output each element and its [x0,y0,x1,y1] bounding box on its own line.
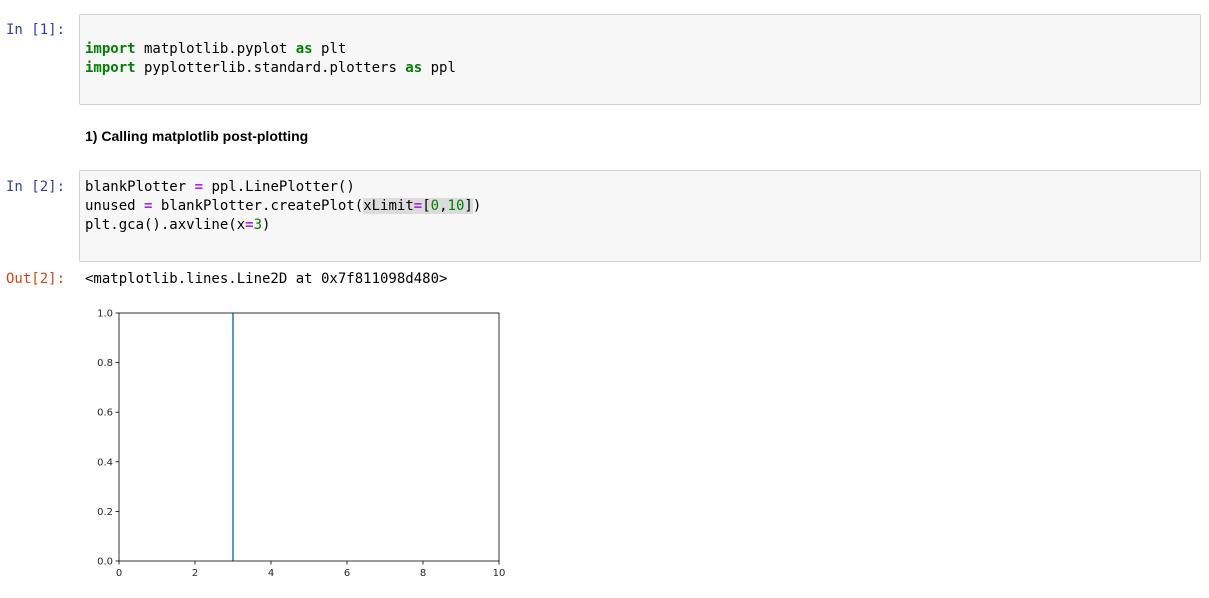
operator: = [194,179,204,195]
y-tick-label: 0.8 [97,358,113,369]
markdown-heading: 1) Calling matplotlib post-plotting [85,128,309,144]
module-name: pyplotterlib.standard.plotters [135,60,406,76]
y-tick-label: 0.2 [97,507,113,518]
y-tick-label: 1.0 [97,309,113,320]
keyword-import: import [85,60,136,76]
x-tick-label: 10 [493,568,506,579]
code-token: [ [422,198,431,214]
output-prompt-2: Out[2]: [6,271,66,287]
code-line: unused = blankPlotter.createPlot(xLimit=… [85,197,481,216]
number: 10 [447,198,465,214]
code-line: blankPlotter = ppl.LinePlotter() [85,178,355,197]
input-prompt-1: In [1]: [6,22,66,38]
code-line: import matplotlib.pyplot as plt [85,40,346,59]
code-token: unused [85,198,136,214]
keyword-as: as [295,41,313,57]
highlighted-argument: xLimit=[0,10] [363,198,473,214]
x-tick-label: 6 [344,568,350,579]
code-token: xLimit [363,198,414,214]
alias-name: ppl [422,60,456,76]
code-cell-2[interactable]: blankPlotter = ppl.LinePlotter() unused … [79,170,1201,262]
y-tick-label: 0.6 [97,408,113,419]
input-prompt-2: In [2]: [6,179,66,195]
x-tick-label: 0 [116,568,122,579]
keyword-as: as [405,60,423,76]
output-text: <matplotlib.lines.Line2D at 0x7f811098d4… [85,271,448,287]
plot-figure: 0 2 4 6 8 10 0.0 0.2 0.4 0.6 0.8 1.0 [97,309,506,580]
x-tick-label: 2 [192,568,198,579]
code-token: plt.gca().axvline(x [85,217,246,233]
y-tick-label: 0.0 [97,557,113,568]
code-line: plt.gca().axvline(x=3) [85,216,270,235]
code-token: ] [464,198,473,214]
code-token: ) [472,198,482,214]
operator: = [245,217,254,233]
x-tick-label: 4 [268,568,274,579]
number: 0 [430,198,440,214]
module-name: matplotlib.pyplot [135,41,296,57]
code-line: import pyplotterlib.standard.plotters as… [85,59,456,78]
axes-frame [118,312,500,562]
alias-name: plt [312,41,347,57]
code-token: blankPlotter.createPlot( [160,198,364,214]
code-token: , [439,198,448,214]
code-token: ) [262,217,271,233]
operator: = [144,198,153,214]
x-tick-label: 8 [420,568,426,579]
number: 3 [253,217,263,233]
code-cell-1[interactable]: import matplotlib.pyplot as plt import p… [79,14,1201,105]
operator: = [413,198,423,214]
code-token: blankPlotter [85,179,187,195]
keyword-import: import [85,41,136,57]
code-token: ppl.LinePlotter() [211,179,355,195]
y-tick-label: 0.4 [97,457,113,468]
